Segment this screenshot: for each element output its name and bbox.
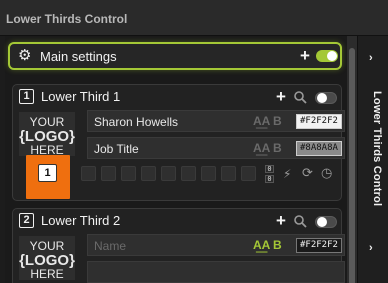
add-button[interactable]: + <box>300 47 310 64</box>
toggle-knob <box>317 217 327 227</box>
add-button[interactable]: + <box>276 212 286 229</box>
logo-text-line3: HERE <box>30 267 64 281</box>
font-icon[interactable]: A͟A <box>253 114 270 128</box>
job-title-field[interactable]: Job Title A͟A B #8A8A8A <box>87 137 345 159</box>
window-titlebar: Lower Thirds Control <box>0 0 388 36</box>
slot-button[interactable] <box>221 166 236 181</box>
slot-button[interactable] <box>241 166 256 181</box>
lower-third-toggle[interactable] <box>315 92 337 104</box>
sync-icon[interactable]: ⟳ <box>302 166 313 179</box>
job-title-color-swatch[interactable]: #8A8A8A <box>296 141 342 156</box>
slot-button[interactable] <box>161 166 176 181</box>
font-icon[interactable]: A͟A <box>253 141 270 155</box>
main-settings-toggle[interactable] <box>316 50 338 62</box>
name-color-swatch[interactable]: #F2F2F2 <box>296 114 342 129</box>
slot-button[interactable] <box>201 166 216 181</box>
font-icon[interactable]: A͟A <box>253 238 270 252</box>
stepper-bottom-value[interactable]: 0 <box>265 175 274 183</box>
side-dock[interactable]: › Lower Thirds Control › <box>357 36 388 283</box>
selected-slot-highlight[interactable]: 1 <box>26 155 70 199</box>
name-field[interactable]: Sharon Howells A͟A B #F2F2F2 <box>87 110 345 132</box>
scrollbar[interactable] <box>347 36 357 283</box>
job-title-field[interactable] <box>87 261 345 283</box>
slot-button[interactable] <box>101 166 116 181</box>
job-title-value: Job Title <box>94 142 139 156</box>
add-button[interactable]: + <box>276 88 286 105</box>
name-field[interactable]: Name A͟A B #F2F2F2 <box>87 234 345 256</box>
logo-text-line2: {LOGO} <box>19 128 75 145</box>
chevron-right-icon[interactable]: › <box>369 242 373 254</box>
slot-button[interactable] <box>81 166 96 181</box>
name-color-swatch[interactable]: #F2F2F2 <box>296 238 342 253</box>
toggle-knob <box>317 93 327 103</box>
gear-icon[interactable]: ⚙ <box>18 48 32 63</box>
lower-third-number-badge: 1 <box>19 89 34 104</box>
logo-placeholder[interactable]: YOUR {LOGO} HERE <box>19 112 75 157</box>
bold-icon[interactable]: B <box>273 238 282 252</box>
bold-icon[interactable]: B <box>273 114 282 128</box>
lower-third-title: Lower Third 2 <box>41 213 121 228</box>
side-dock-label: Lower Thirds Control <box>371 91 383 207</box>
slot-button[interactable] <box>181 166 196 181</box>
lower-third-toggle[interactable] <box>315 216 337 228</box>
window-title: Lower Thirds Control <box>6 12 128 26</box>
lower-third-2-card: 2 Lower Third 2 + YOUR {LOGO} HERE Name … <box>12 208 345 283</box>
main-settings-row[interactable]: ⚙ Main settings + <box>8 42 342 70</box>
chevron-right-icon[interactable]: › <box>369 52 373 64</box>
search-icon[interactable] <box>294 91 307 104</box>
name-value: Sharon Howells <box>94 115 179 129</box>
scrollbar-thumb[interactable] <box>349 48 355 283</box>
selected-slot-number: 1 <box>38 164 57 182</box>
stepper-top-value[interactable]: 0 <box>265 165 274 173</box>
logo-placeholder[interactable]: YOUR {LOGO} HERE <box>19 236 75 281</box>
lower-third-title: Lower Third 1 <box>41 89 121 104</box>
slot-button[interactable] <box>141 166 156 181</box>
lightning-icon[interactable]: ⚡ <box>283 168 291 180</box>
main-settings-label: Main settings <box>40 49 117 64</box>
name-placeholder: Name <box>94 239 127 253</box>
search-icon[interactable] <box>294 215 307 228</box>
slot-button[interactable] <box>121 166 136 181</box>
bold-icon[interactable]: B <box>273 141 282 155</box>
clock-icon[interactable]: ◷ <box>321 166 332 179</box>
lower-third-number-badge: 2 <box>19 213 34 228</box>
toggle-knob <box>327 51 337 61</box>
logo-text-line2: {LOGO} <box>19 252 75 269</box>
